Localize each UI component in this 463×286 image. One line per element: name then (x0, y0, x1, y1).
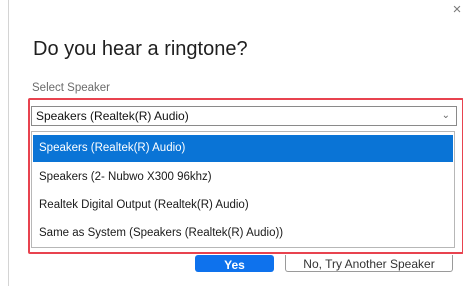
speaker-test-dialog: × Do you hear a ringtone? Select Speaker… (0, 0, 463, 286)
annotation-highlight-box (28, 98, 463, 254)
close-icon[interactable]: × (450, 2, 463, 18)
dialog-title: Do you hear a ringtone? (33, 38, 248, 60)
yes-button[interactable]: Yes (195, 255, 274, 272)
select-speaker-label: Select Speaker (32, 82, 110, 94)
dialog-left-border (8, 0, 9, 286)
try-another-speaker-button[interactable]: No, Try Another Speaker (285, 255, 453, 272)
